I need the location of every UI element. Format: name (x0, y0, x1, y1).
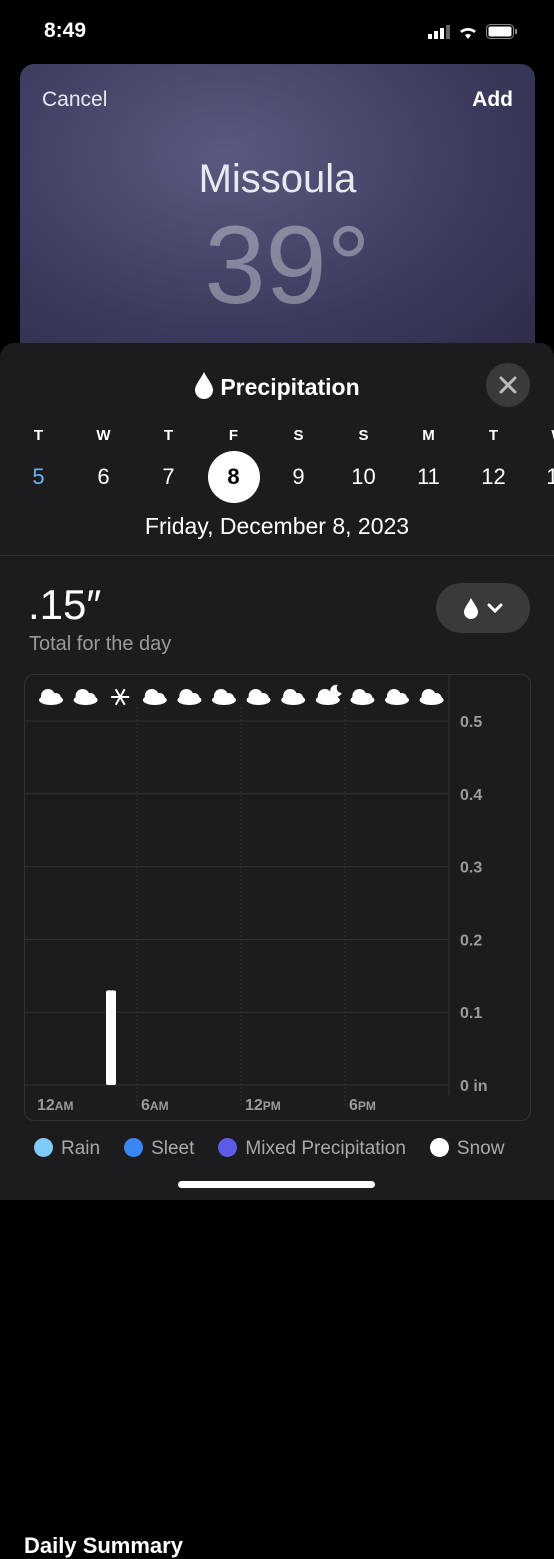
day-letter: S (331, 427, 396, 451)
day-picker: T5W6T7F8S9S10M11T12W13 (6, 427, 554, 503)
temperature: 39° (20, 202, 535, 329)
y-tick-label: 0.5 (460, 714, 482, 731)
raindrop-icon (463, 597, 479, 619)
day-letter: T (461, 427, 526, 451)
day-number: 7 (143, 451, 195, 503)
legend-dot (34, 1138, 53, 1157)
day-letter: W (71, 427, 136, 451)
day-letter: S (266, 427, 331, 451)
legend-dot (430, 1138, 449, 1157)
daily-summary-heading: Daily Summary (24, 1533, 183, 1559)
day-number: 11 (403, 451, 455, 503)
city-name: Missoula (20, 157, 535, 202)
day-letter: T (6, 427, 71, 451)
day-number: 13 (533, 451, 554, 503)
day-6[interactable]: W6 (71, 427, 136, 503)
cloud-icon (177, 689, 201, 705)
wifi-icon (458, 25, 478, 39)
close-icon (499, 376, 517, 394)
day-13[interactable]: W13 (526, 427, 554, 503)
cancel-button[interactable]: Cancel (42, 88, 107, 112)
metric-dropdown[interactable] (436, 583, 530, 633)
sheet-title: Precipitation (0, 371, 554, 401)
y-tick-label: 0.3 (460, 860, 482, 877)
cloud-icon (281, 689, 305, 705)
weather-preview-card: Cancel Add Missoula 39° (20, 64, 535, 364)
title-text: Precipitation (220, 374, 359, 400)
add-button[interactable]: Add (472, 88, 513, 112)
legend-dot (218, 1138, 237, 1157)
chevron-down-icon (487, 603, 503, 613)
day-12[interactable]: T12 (461, 427, 526, 503)
battery-icon (486, 24, 518, 39)
day-number: 9 (273, 451, 325, 503)
x-tick-label: 6AM (141, 1097, 169, 1114)
legend-item: Mixed Precipitation (218, 1138, 406, 1160)
close-button[interactable] (486, 363, 530, 407)
status-bar: 8:49 (0, 0, 554, 62)
day-number: 5 (13, 451, 65, 503)
day-letter: F (201, 427, 266, 451)
cloud-icon (420, 689, 444, 705)
clock: 8:49 (44, 19, 86, 43)
day-letter: W (526, 427, 554, 451)
cloud-icon (143, 689, 167, 705)
day-9[interactable]: S9 (266, 427, 331, 503)
day-number: 6 (78, 451, 130, 503)
cloud-icon (74, 689, 98, 705)
signal-icon (428, 25, 450, 39)
day-number: 8 (208, 451, 260, 503)
x-tick-label: 12AM (37, 1097, 73, 1114)
day-7[interactable]: T7 (136, 427, 201, 503)
legend-label: Sleet (151, 1138, 194, 1159)
legend-item: Sleet (124, 1138, 194, 1160)
legend-label: Rain (61, 1138, 100, 1159)
legend-item: Snow (430, 1138, 505, 1160)
raindrop-icon (194, 371, 214, 399)
cloud-moon-icon (316, 685, 342, 705)
y-tick-label: 0 in (460, 1078, 488, 1095)
day-10[interactable]: S10 (331, 427, 396, 503)
cloud-icon (247, 689, 271, 705)
legend-label: Snow (457, 1138, 505, 1159)
x-tick-label: 12PM (245, 1097, 281, 1114)
day-8[interactable]: F8 (201, 427, 266, 503)
y-tick-label: 0.2 (460, 932, 482, 949)
legend-dot (124, 1138, 143, 1157)
precipitation-sheet: Precipitation T5W6T7F8S9S10M11T12W13 Fri… (0, 343, 554, 1200)
home-indicator[interactable] (178, 1181, 375, 1188)
legend-label: Mixed Precipitation (245, 1138, 406, 1159)
cloud-icon (385, 689, 409, 705)
day-11[interactable]: M11 (396, 427, 461, 503)
cloud-icon (350, 689, 374, 705)
day-letter: T (136, 427, 201, 451)
day-number: 12 (468, 451, 520, 503)
legend-item: Rain (34, 1138, 100, 1160)
day-letter: M (396, 427, 461, 451)
precipitation-chart: 0.5 0.4 0.3 0.2 0.1 0 in 12AM 6AM 12PM 6PM (24, 674, 531, 1121)
day-5[interactable]: T5 (6, 427, 71, 503)
x-tick-label: 6PM (349, 1097, 376, 1114)
day-number: 10 (338, 451, 390, 503)
snowflake-icon (111, 689, 129, 705)
divider (0, 555, 554, 556)
precip-bar (106, 990, 116, 1085)
legend: Rain Sleet Mixed Precipitation Snow (34, 1138, 504, 1160)
cloud-icon (39, 689, 63, 705)
cloud-icon (212, 689, 236, 705)
total-amount: .15″ (28, 581, 101, 629)
selected-date: Friday, December 8, 2023 (0, 513, 554, 540)
total-label: Total for the day (29, 633, 171, 656)
y-tick-label: 0.1 (460, 1005, 482, 1022)
y-tick-label: 0.4 (460, 787, 482, 804)
